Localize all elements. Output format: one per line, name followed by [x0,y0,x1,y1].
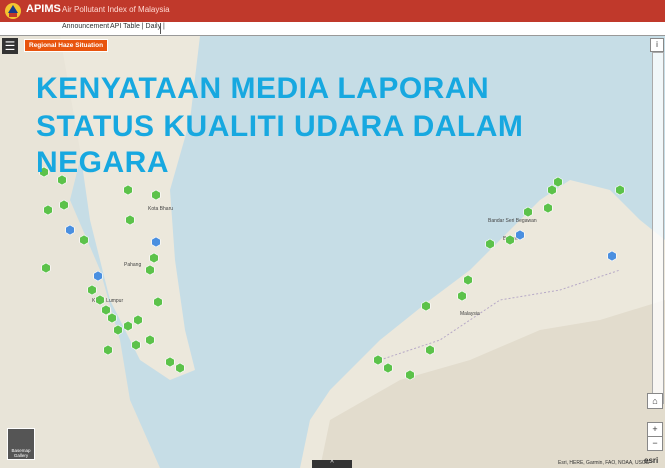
zoom-in-button[interactable]: + [647,422,663,437]
regional-haze-button[interactable]: Regional Haze Situation [24,39,109,52]
station-marker[interactable] [425,344,435,356]
station-marker[interactable] [175,362,185,374]
headline-line-2: STATUS KUALITI UDARA DALAM [36,110,524,143]
station-marker[interactable] [523,206,533,218]
station-marker[interactable] [123,184,133,196]
station-marker[interactable] [145,264,155,276]
station-marker[interactable] [543,202,553,214]
station-marker[interactable] [485,238,495,250]
station-marker[interactable] [515,229,525,241]
app-name: APIMS [26,3,61,15]
station-marker[interactable] [145,334,155,346]
station-marker[interactable] [547,184,557,196]
menu-announcement[interactable]: Announcement [62,23,109,30]
map-label-malaysia: Malaysia [460,311,480,317]
station-marker[interactable] [457,290,467,302]
station-marker[interactable] [93,270,103,282]
menu-api-table[interactable]: API Table | Daily | [110,23,165,30]
station-marker[interactable] [131,339,141,351]
map-label-kota-bharu: Kota Bharu [148,206,173,212]
station-marker[interactable] [405,369,415,381]
station-marker[interactable] [553,176,563,188]
app-header: APIMS Air Pollutant Index of Malaysia [0,0,665,22]
station-marker[interactable] [383,362,393,374]
station-marker[interactable] [133,314,143,326]
esri-logo: esri [644,456,659,465]
station-marker[interactable] [87,284,97,296]
expand-panel-handle[interactable]: ^ [312,460,352,468]
station-marker[interactable] [65,224,75,236]
malaysia-emblem-icon [5,3,21,19]
zoom-out-button[interactable]: − [647,436,663,451]
menu-bar: Announcement API Table | Daily | [0,22,665,36]
station-marker[interactable] [43,204,53,216]
station-marker[interactable] [79,234,89,246]
station-marker[interactable] [149,252,159,264]
station-marker[interactable] [101,304,111,316]
station-marker[interactable] [505,234,515,246]
station-marker[interactable] [615,184,625,196]
basemap-label: Basemap Gallery [11,448,31,458]
station-marker[interactable] [421,300,431,312]
station-marker[interactable] [95,294,105,306]
station-marker[interactable] [607,250,617,262]
station-marker[interactable] [113,324,123,336]
map-label-pahang: Pahang [124,262,141,268]
station-marker[interactable] [153,296,163,308]
station-marker[interactable] [463,274,473,286]
basemap-gallery-button[interactable]: Basemap Gallery [7,428,35,460]
map-label-bandar-seri-begawan: Bandar Seri Begawan [488,218,537,224]
station-marker[interactable] [41,262,51,274]
station-marker[interactable] [151,236,161,248]
home-icon[interactable]: ⌂ [647,393,663,409]
menu-hamburger-icon[interactable]: ☰ [2,38,18,54]
station-marker[interactable] [373,354,383,366]
station-marker[interactable] [123,320,133,332]
menu-divider [160,23,161,34]
headline-line-1: KENYATAAN MEDIA LAPORAN [36,72,490,105]
app-subtitle: Air Pollutant Index of Malaysia [62,5,170,14]
info-icon[interactable]: i [650,38,664,52]
station-marker[interactable] [59,199,69,211]
station-marker[interactable] [125,214,135,226]
map-attribution: Esri, HERE, Garmin, FAO, NOAA, USGS [558,460,650,466]
station-marker[interactable] [107,312,117,324]
station-marker[interactable] [103,344,113,356]
side-panel-strip [652,52,664,404]
headline-line-3: NEGARA [36,146,170,179]
station-marker[interactable] [151,189,161,201]
station-marker[interactable] [165,356,175,368]
